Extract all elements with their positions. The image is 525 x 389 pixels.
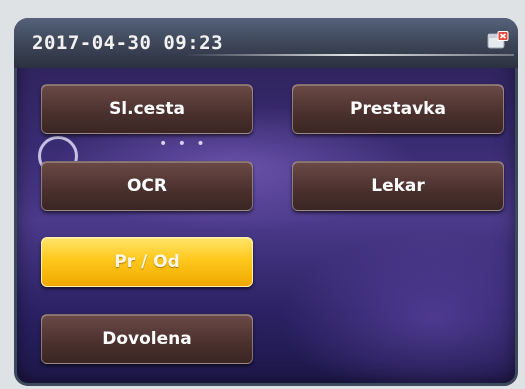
background-dots-decoration: • • • [159,136,208,152]
menu-button-ocr[interactable]: OCR [41,161,253,211]
status-bar: 2017-04-30 09:23 [14,18,518,68]
exit-window-icon[interactable] [487,31,509,51]
status-bar-divider [184,54,514,56]
menu-button-prestavka[interactable]: Prestavka [292,84,504,134]
menu-button-pr-od[interactable]: Pr / Od [41,237,253,287]
menu-button-dovolena[interactable]: Dovolena [41,314,253,364]
menu-button-lekar[interactable]: Lekar [292,161,504,211]
terminal-screen: 2017-04-30 09:23 • • • Sl.cesta Prestavk… [14,18,518,386]
menu-button-sl-cesta[interactable]: Sl.cesta [41,84,253,134]
datetime-display: 2017-04-30 09:23 [32,32,224,54]
